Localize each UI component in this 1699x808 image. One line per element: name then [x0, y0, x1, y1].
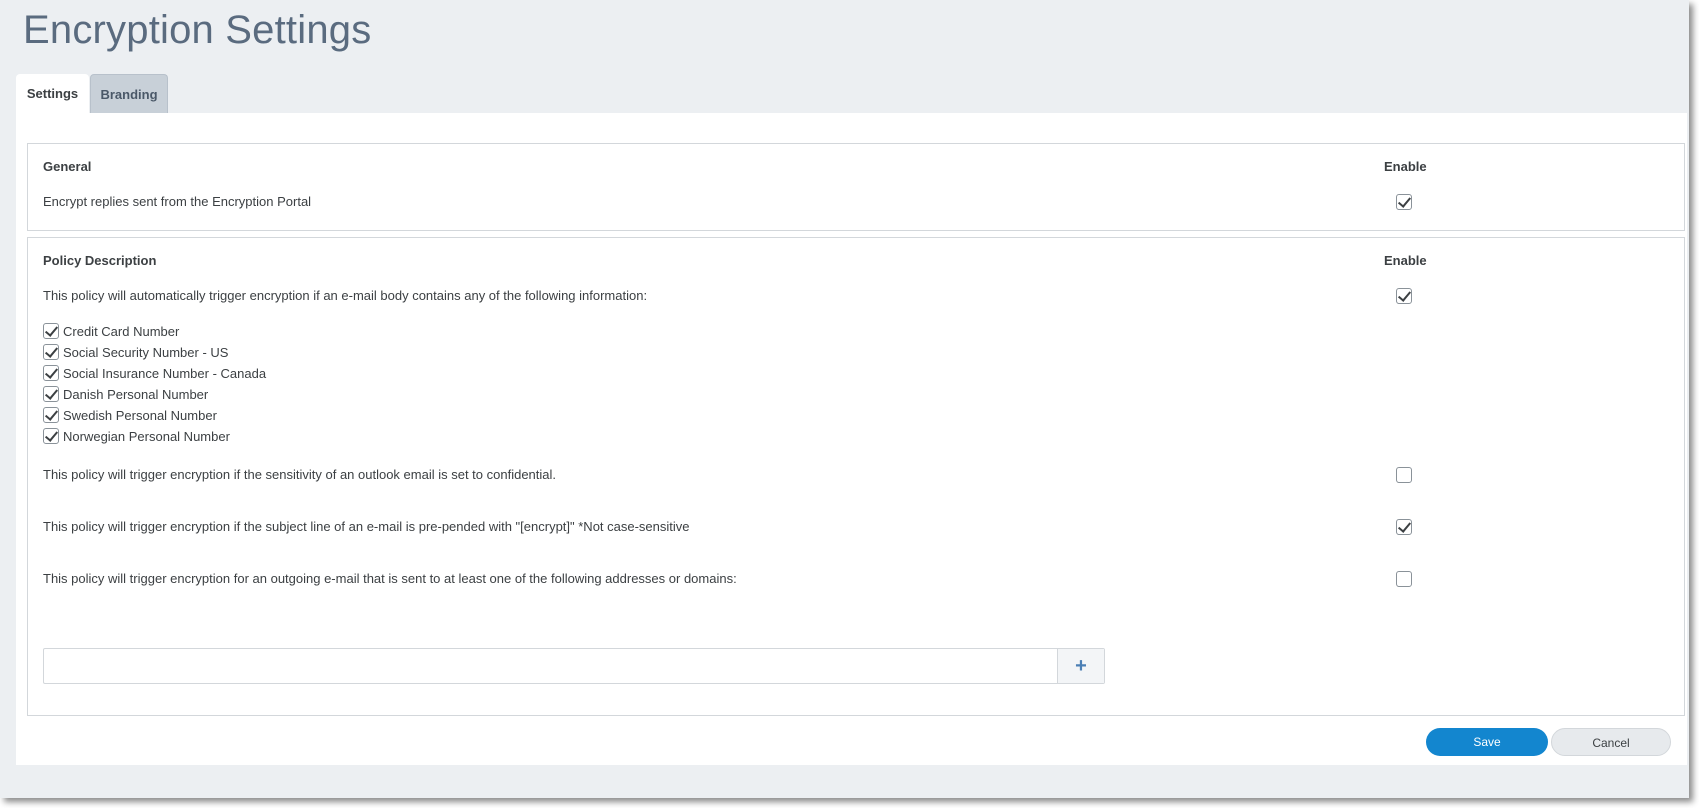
page-title: Encryption Settings [23, 8, 372, 52]
settings-panel: General Enable Encrypt replies sent from… [16, 113, 1687, 765]
address-input-group: + [43, 648, 1105, 684]
subject-rule-checkbox[interactable] [1396, 519, 1412, 535]
sin-canada-label: Social Insurance Number - Canada [63, 366, 267, 381]
sin-canada-checkbox[interactable] [43, 365, 59, 381]
cancel-button[interactable]: Cancel [1551, 728, 1671, 756]
sensitivity-rule-checkbox[interactable] [1396, 467, 1412, 483]
policy-section: Policy Description Enable This policy wi… [27, 237, 1685, 716]
tab-branding[interactable]: Branding [90, 74, 168, 114]
danish-number-checkbox[interactable] [43, 386, 59, 402]
credit-card-checkbox[interactable] [43, 323, 59, 339]
norwegian-number-label: Norwegian Personal Number [63, 429, 230, 444]
general-enable-heading: Enable [1384, 159, 1427, 174]
policy-enable-heading: Enable [1384, 253, 1427, 268]
add-address-button[interactable]: + [1057, 649, 1104, 683]
policy-heading: Policy Description [43, 253, 157, 268]
body-rule-label: This policy will automatically trigger e… [43, 288, 648, 303]
subject-rule-label: This policy will trigger encryption if t… [43, 519, 690, 534]
address-rule-label: This policy will trigger encryption for … [43, 571, 737, 586]
address-input[interactable] [44, 649, 1058, 683]
ssn-us-checkbox[interactable] [43, 344, 59, 360]
ssn-us-label: Social Security Number - US [63, 345, 229, 360]
danish-number-label: Danish Personal Number [63, 387, 209, 402]
encrypt-replies-checkbox[interactable] [1396, 194, 1412, 210]
norwegian-number-checkbox[interactable] [43, 428, 59, 444]
swedish-number-label: Swedish Personal Number [63, 408, 217, 423]
app-window: Encryption Settings Settings Branding Ge… [0, 0, 1689, 798]
general-heading: General [43, 159, 92, 174]
save-button[interactable]: Save [1426, 728, 1548, 756]
tab-settings[interactable]: Settings [16, 74, 89, 114]
encrypt-replies-label: Encrypt replies sent from the Encryption… [43, 194, 312, 209]
address-rule-checkbox[interactable] [1396, 571, 1412, 587]
swedish-number-checkbox[interactable] [43, 407, 59, 423]
credit-card-label: Credit Card Number [63, 324, 180, 339]
plus-icon: + [1075, 655, 1087, 677]
sensitivity-rule-label: This policy will trigger encryption if t… [43, 467, 557, 482]
general-section: General Enable Encrypt replies sent from… [27, 143, 1685, 231]
body-rule-checkbox[interactable] [1396, 288, 1412, 304]
